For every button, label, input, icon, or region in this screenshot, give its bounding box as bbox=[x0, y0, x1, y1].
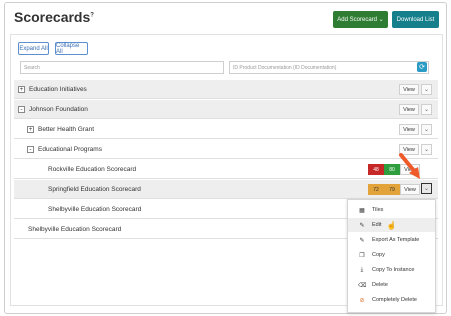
page-title: Scorecards? bbox=[14, 9, 94, 25]
edit-icon: ✎ bbox=[359, 222, 365, 229]
search-input[interactable]: Search bbox=[20, 61, 224, 74]
collapse-toggle-icon[interactable]: - bbox=[18, 105, 25, 113]
row-actions-menu: ▦ Tiles ✎ Edit ☝ ✎ Export As Template ❐ … bbox=[347, 199, 436, 313]
expand-toggle-icon[interactable]: + bbox=[18, 85, 25, 93]
list-item[interactable]: + Better Health Grant bbox=[14, 120, 438, 139]
list-item[interactable]: - Educational Programs bbox=[14, 140, 438, 159]
no-entry-icon: ⊘ bbox=[359, 297, 365, 304]
menu-item-label: Export As Template bbox=[372, 237, 420, 243]
row-label: Education Initiatives bbox=[29, 85, 87, 93]
download-list-button[interactable]: Download List bbox=[392, 11, 439, 28]
menu-item-copy-to-instance[interactable]: ⤓ Copy To Instance bbox=[348, 263, 435, 277]
view-button[interactable]: View bbox=[399, 84, 419, 95]
copy-icon: ❐ bbox=[359, 252, 365, 259]
menu-item-export-as-template[interactable]: ✎ Export As Template bbox=[348, 233, 435, 247]
menu-item-completely-delete[interactable]: ⊘ Completely Delete bbox=[348, 293, 435, 307]
add-scorecard-button[interactable]: Add Scorecard ⌄ bbox=[333, 11, 388, 28]
row-label: Better Health Grant bbox=[38, 125, 94, 133]
list-item[interactable]: - Johnson Foundation bbox=[14, 100, 438, 119]
documentation-select[interactable]: ID Product Documentation (ID Documentati… bbox=[229, 61, 429, 74]
view-button[interactable]: View bbox=[399, 124, 419, 135]
collapse-toggle-icon[interactable]: - bbox=[27, 145, 34, 153]
view-button[interactable]: View bbox=[400, 184, 420, 195]
download-icon: ⤓ bbox=[360, 266, 364, 273]
row-label: Shelbyville Education Scorecard bbox=[28, 225, 122, 233]
chevron-down-icon[interactable]: ⌄ bbox=[421, 183, 432, 194]
menu-item-label: Copy bbox=[372, 252, 385, 258]
expand-toggle-icon[interactable]: + bbox=[27, 125, 34, 133]
menu-item-label: Delete bbox=[372, 282, 388, 288]
expand-all-button[interactable]: Expand All bbox=[18, 42, 49, 55]
chevron-down-icon[interactable]: ⌄ bbox=[421, 104, 432, 115]
menu-item-label: Tiles bbox=[372, 207, 384, 213]
menu-item-tiles[interactable]: ▦ Tiles bbox=[348, 203, 435, 217]
score-badge: 72 bbox=[368, 184, 384, 195]
row-label: Shelbyville Education Scorecard bbox=[48, 205, 142, 213]
menu-item-edit[interactable]: ✎ Edit ☝ bbox=[348, 218, 435, 232]
refresh-icon[interactable]: ⟳ bbox=[417, 62, 427, 72]
row-label: Educational Programs bbox=[38, 145, 102, 153]
menu-item-label: Completely Delete bbox=[372, 297, 417, 303]
help-icon[interactable]: ? bbox=[90, 12, 94, 18]
hand-cursor-icon: ☝ bbox=[386, 220, 397, 230]
row-label: Johnson Foundation bbox=[29, 105, 88, 113]
delete-icon: ⌫ bbox=[358, 282, 367, 289]
tiles-icon: ▦ bbox=[359, 207, 365, 214]
view-button[interactable]: View bbox=[399, 104, 419, 115]
chevron-down-icon[interactable]: ⌄ bbox=[421, 124, 432, 135]
pointer-arrow-icon bbox=[399, 153, 420, 179]
collapse-all-button[interactable]: Collapse All bbox=[55, 42, 88, 55]
score-badge: 79 bbox=[384, 184, 400, 195]
chevron-down-icon[interactable]: ⌄ bbox=[421, 84, 432, 95]
menu-item-label: Copy To Instance bbox=[372, 267, 415, 273]
row-label: Springfield Education Scorecard bbox=[48, 185, 141, 193]
export-icon: ✎ bbox=[359, 237, 365, 244]
row-label: Rockville Education Scorecard bbox=[48, 165, 137, 173]
menu-item-copy[interactable]: ❐ Copy bbox=[348, 248, 435, 262]
menu-item-delete[interactable]: ⌫ Delete bbox=[348, 278, 435, 292]
list-item[interactable]: + Education Initiatives bbox=[14, 80, 438, 99]
menu-item-label: Edit bbox=[372, 222, 382, 228]
score-badge: 48 bbox=[368, 164, 384, 175]
